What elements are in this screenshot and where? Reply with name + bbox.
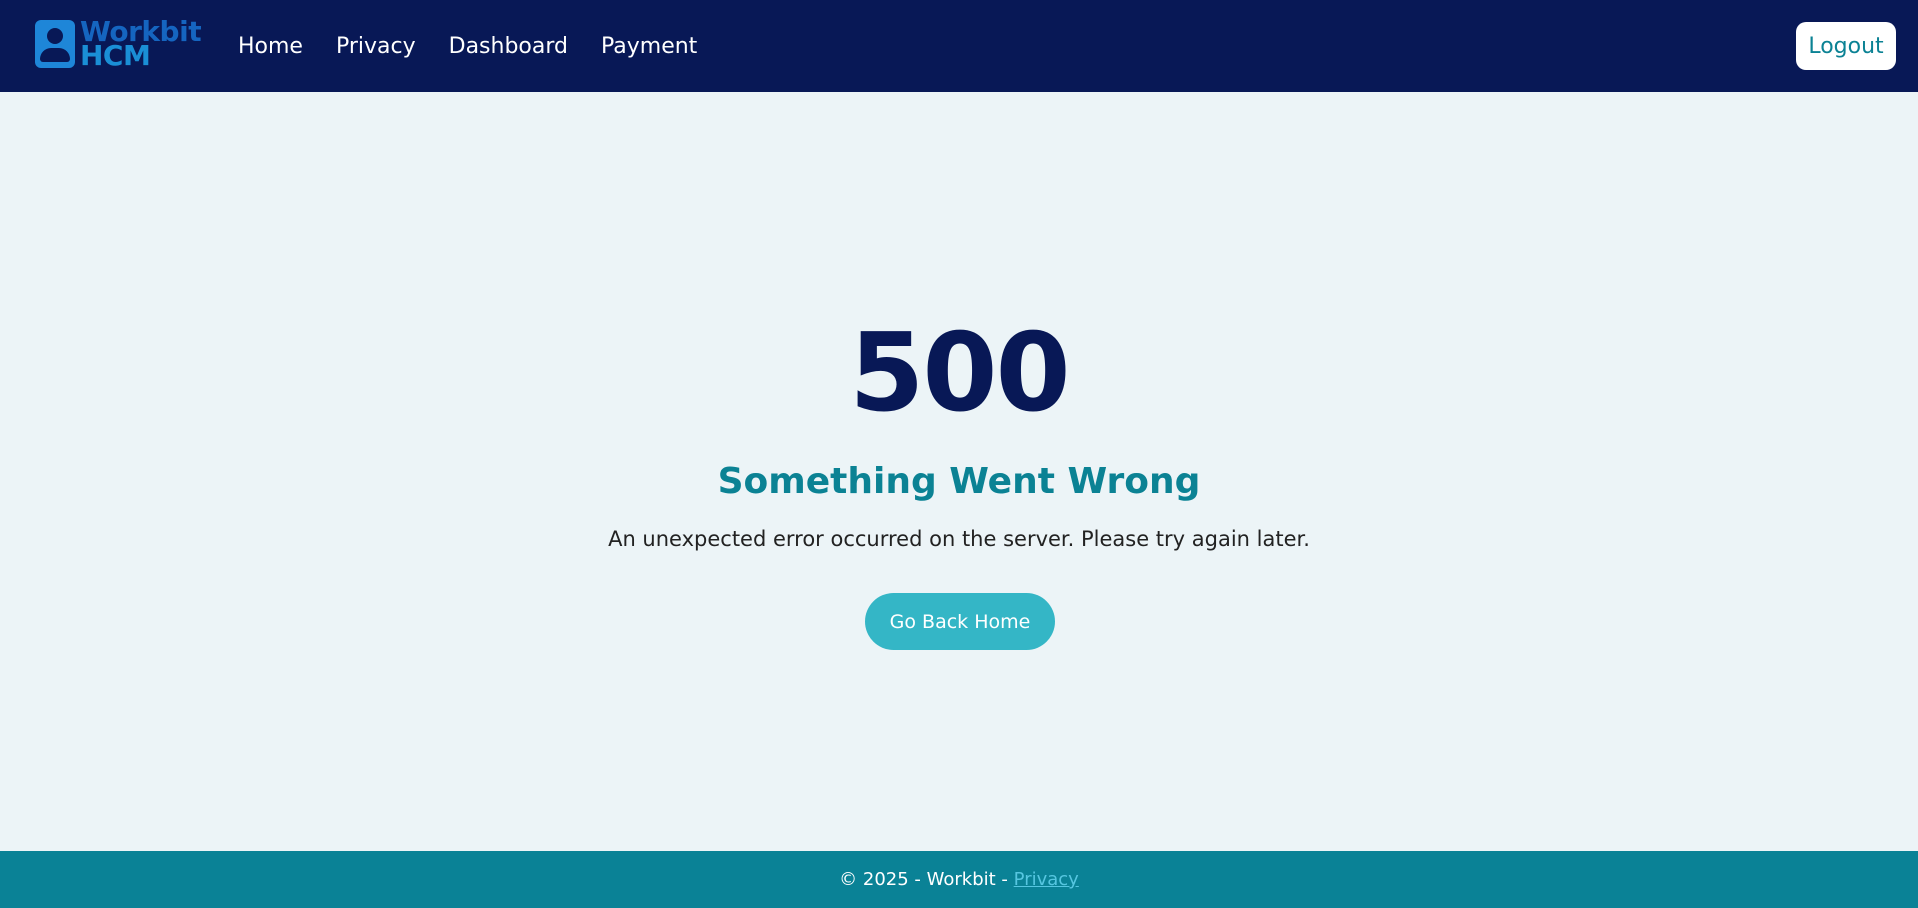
error-code: 500 — [849, 311, 1070, 436]
brand-logo-link[interactable]: Workbit HCM — [35, 18, 202, 70]
nav-link-privacy[interactable]: Privacy — [336, 34, 416, 59]
error-title: Something Went Wrong — [717, 461, 1201, 502]
logout-button[interactable]: Logout — [1796, 22, 1896, 70]
nav-links: Home Privacy Dashboard Payment — [238, 0, 730, 92]
nav-link-home[interactable]: Home — [238, 34, 303, 59]
brand-name: Workbit HCM — [80, 18, 202, 70]
user-badge-icon — [35, 20, 75, 68]
nav-link-payment[interactable]: Payment — [601, 34, 697, 59]
footer: © 2025 - Workbit - Privacy — [0, 851, 1918, 908]
nav-link-dashboard[interactable]: Dashboard — [449, 34, 568, 59]
navbar: Workbit HCM Home Privacy Dashboard Payme… — [0, 0, 1918, 92]
footer-privacy-link[interactable]: Privacy — [1014, 869, 1079, 890]
error-message: An unexpected error occurred on the serv… — [608, 527, 1310, 551]
footer-copyright: © 2025 - Workbit - — [839, 869, 1014, 890]
go-back-home-button[interactable]: Go Back Home — [865, 593, 1055, 650]
error-page-main: 500 Something Went Wrong An unexpected e… — [0, 92, 1918, 851]
